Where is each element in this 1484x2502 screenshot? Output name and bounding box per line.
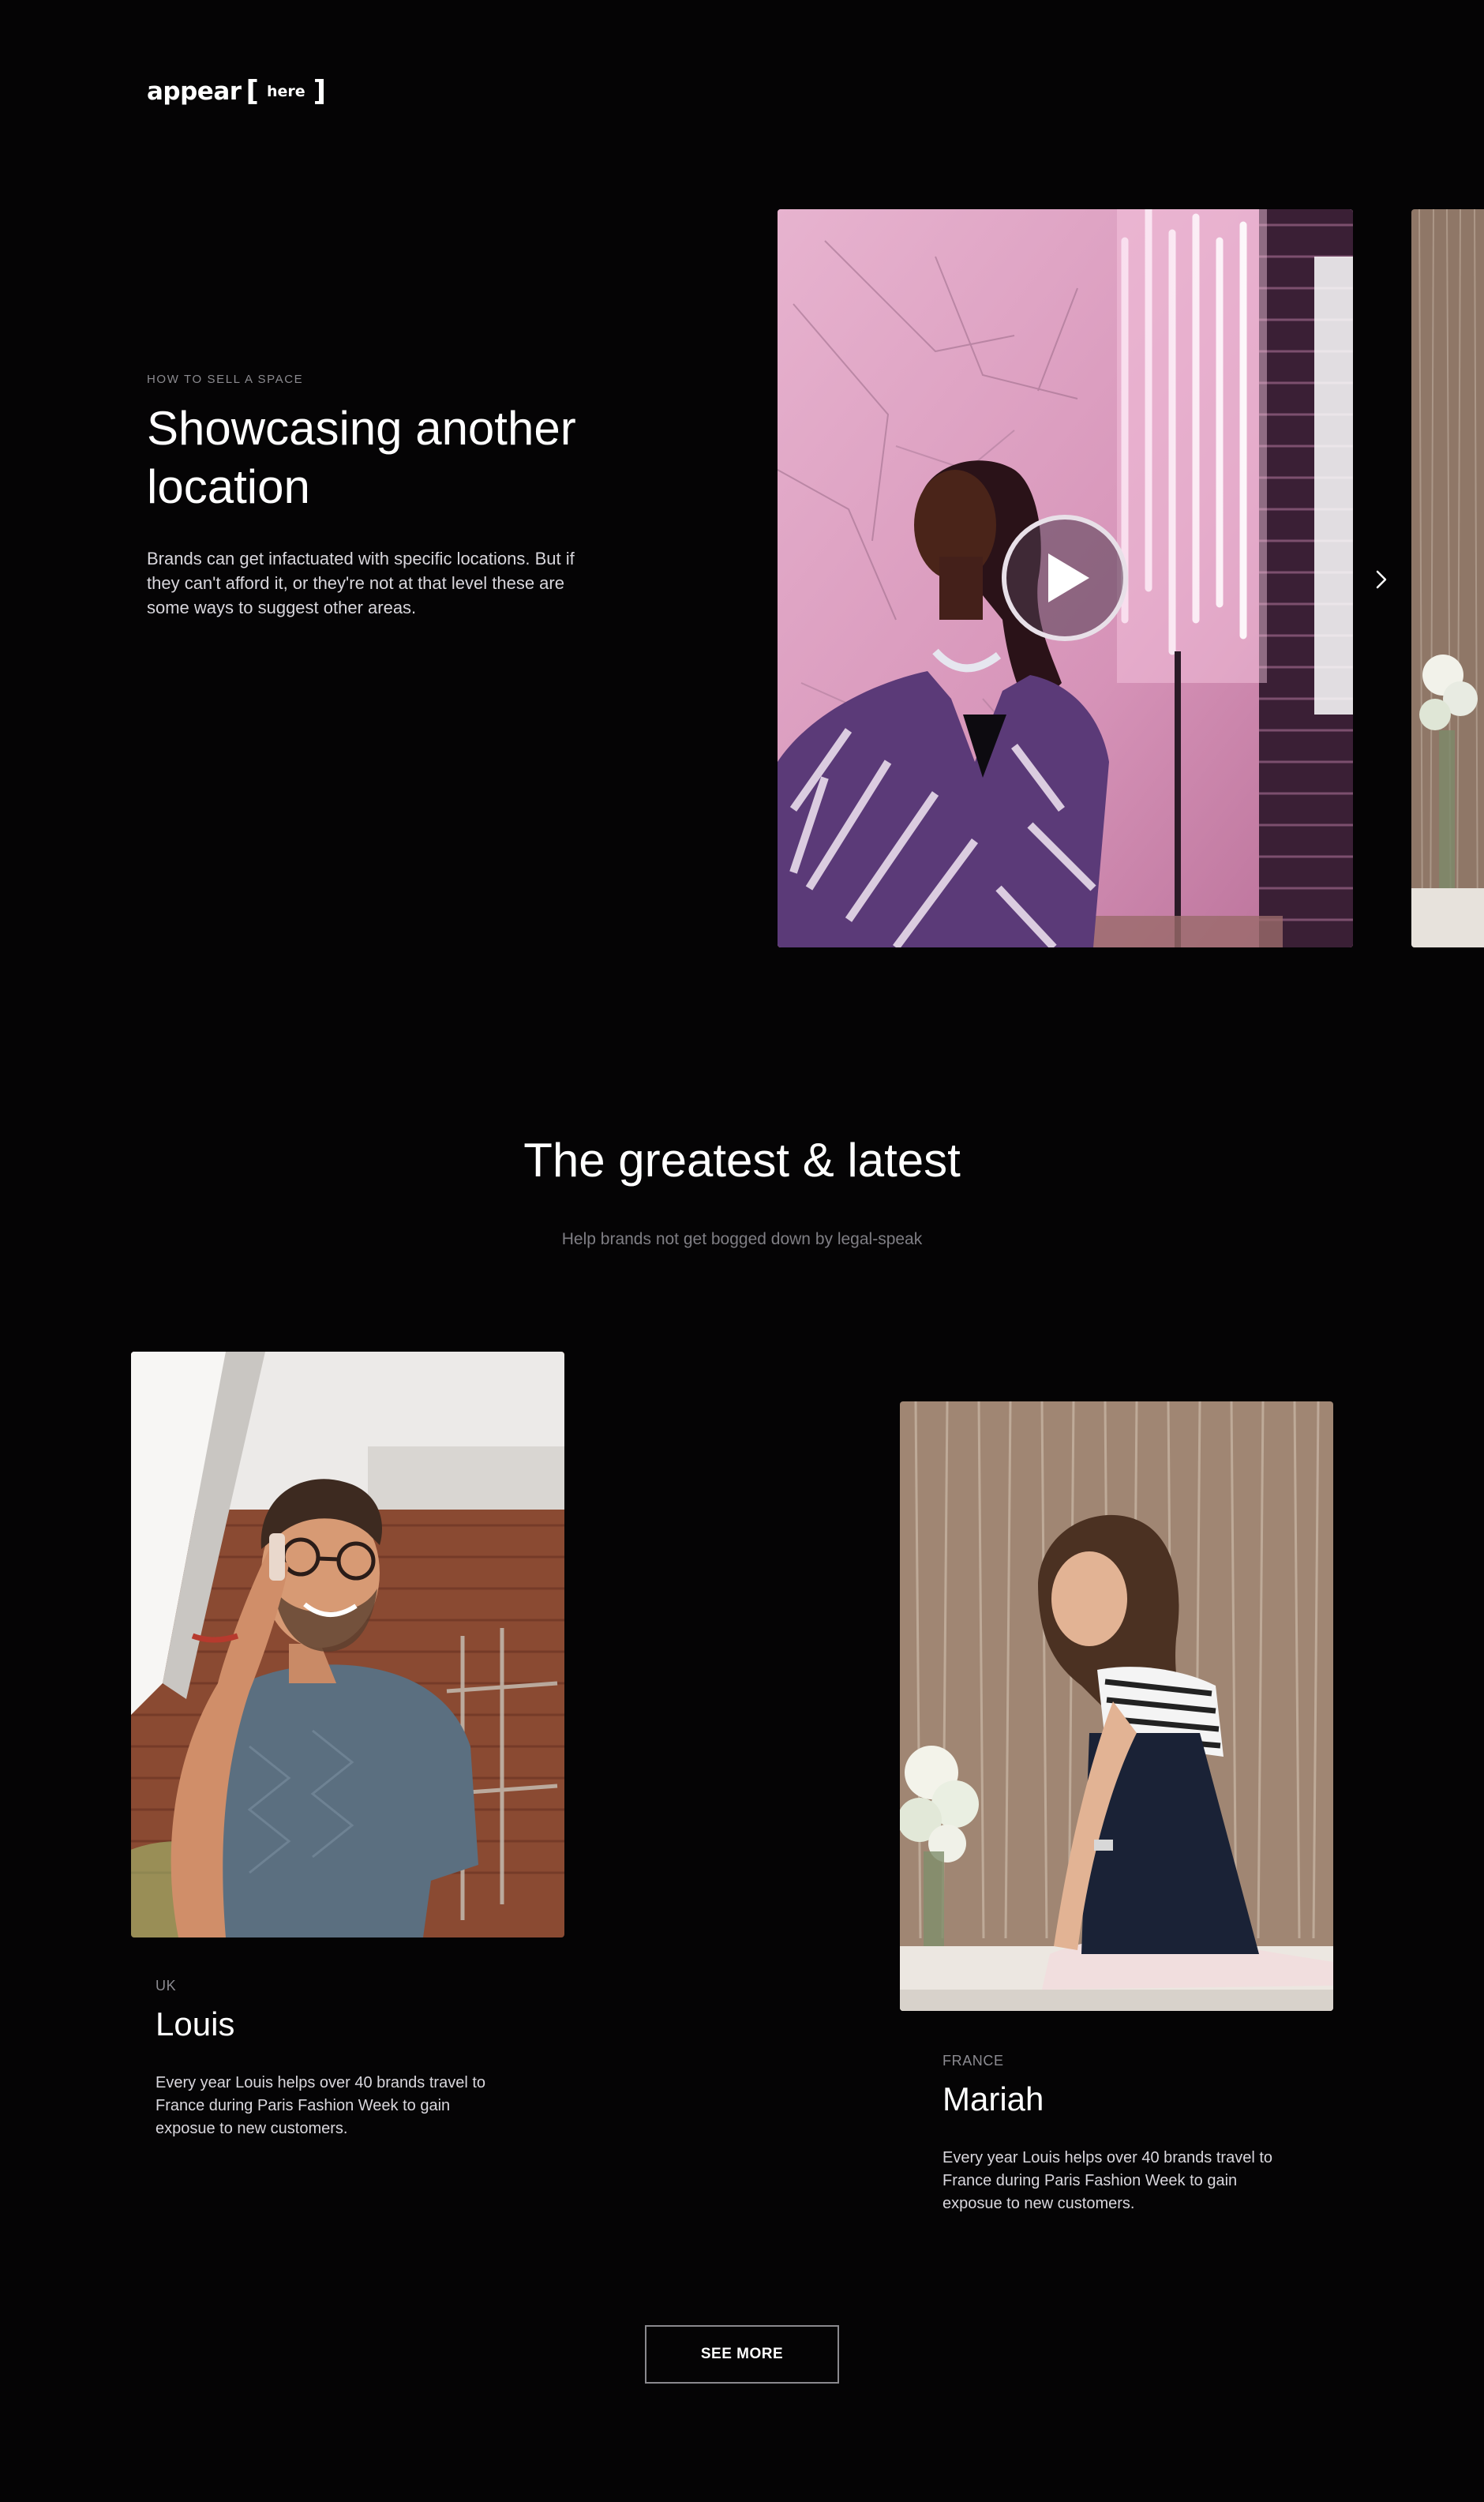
hero-eyebrow: HOW TO SELL A SPACE	[147, 373, 304, 386]
logo-bracket-close: ]	[313, 75, 327, 107]
hero-title: Showcasing another location	[147, 402, 576, 513]
profile-name[interactable]: Mariah	[942, 2080, 1044, 2118]
hero-description: Brands can get infactuated with specific…	[147, 549, 575, 617]
logo-sub: here	[267, 83, 305, 100]
profile-description: Every year Louis helps over 40 brands tr…	[942, 2149, 1272, 2212]
louis-photo	[131, 1352, 564, 1937]
logo[interactable]: appear [ here ]	[147, 75, 327, 107]
play-icon	[1048, 553, 1089, 602]
carousel-next-button[interactable]	[1370, 565, 1393, 595]
profile-country: FRANCE	[942, 2053, 1004, 2069]
profile-description: Every year Louis helps over 40 brands tr…	[156, 2074, 485, 2137]
logo-word: appear	[147, 77, 242, 106]
next-slide-preview[interactable]	[1411, 209, 1484, 947]
wood-wall-photo	[1411, 209, 1484, 947]
profile-name[interactable]: Louis	[156, 2005, 234, 2043]
play-button[interactable]	[1002, 515, 1128, 641]
profile-country: UK	[156, 1978, 177, 1994]
mariah-photo	[900, 1401, 1333, 2011]
chevron-right-icon	[1376, 570, 1387, 589]
see-more-button[interactable]: SEE MORE	[645, 2325, 839, 2384]
section-title: The greatest & latest	[523, 1134, 961, 1187]
logo-bracket-open: [	[245, 75, 259, 107]
profile-photo-louis[interactable]	[131, 1352, 564, 1937]
profile-photo-mariah[interactable]	[900, 1401, 1333, 2011]
section-subtitle: Help brands not get bogged down by legal…	[561, 1230, 923, 1248]
